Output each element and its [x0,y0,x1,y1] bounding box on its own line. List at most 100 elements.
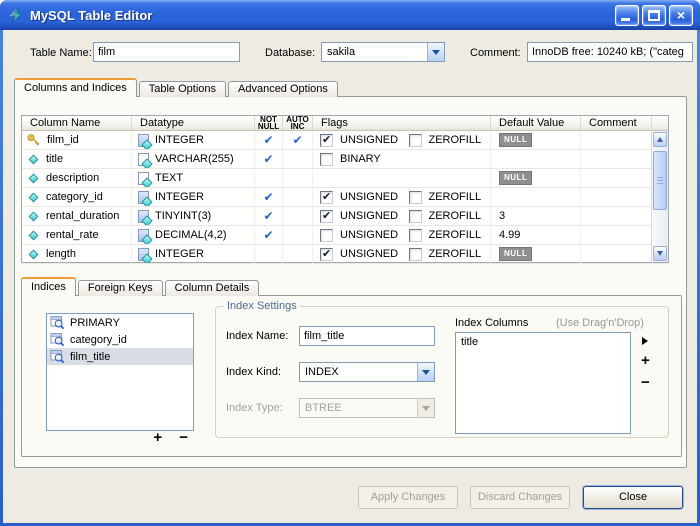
auto-inc-check[interactable] [291,133,305,147]
index-columns-label: Index Columns [455,317,528,329]
unsigned-checkbox[interactable] [320,134,333,147]
drag-drop-hint: (Use Drag'n'Drop) [556,317,644,329]
maximize-button[interactable] [642,5,666,26]
index-name-input[interactable] [299,326,435,346]
close-button-footer[interactable]: Close [583,486,683,509]
minimize-icon [621,18,630,21]
auto-inc-check[interactable] [291,247,305,261]
table-row[interactable]: category_id INTEGER UNSIGNED ZEROFILL [22,188,668,207]
flag-label: ZEROFILL [429,248,482,260]
table-row[interactable]: rental_rate DECIMAL(4,2) UNSIGNED ZEROFI… [22,226,668,245]
not-null-check[interactable] [262,190,276,204]
scroll-down-button[interactable] [653,246,667,261]
default-value: 3 [499,210,505,222]
flag-label: ZEROFILL [429,210,482,222]
binary-checkbox[interactable] [320,153,333,166]
index-kind-select[interactable]: INDEX [299,362,435,382]
not-null-check[interactable] [262,209,276,223]
header-column-name[interactable]: Column Name [22,116,132,130]
datatype-text: VARCHAR(255) [155,153,234,165]
auto-inc-check[interactable] [291,228,305,242]
chevron-down-icon[interactable] [427,43,444,61]
column-icon [29,249,39,259]
header-datatype[interactable]: Datatype [132,116,255,130]
index-list[interactable]: PRIMARY category_id film_title [46,313,194,431]
zerofill-checkbox[interactable] [409,229,422,242]
unsigned-checkbox[interactable] [320,191,333,204]
index-list-item[interactable]: PRIMARY [47,314,193,331]
unsigned-checkbox[interactable] [320,210,333,223]
auto-inc-check[interactable] [291,152,305,166]
maximize-icon [648,10,660,21]
chevron-down-icon [417,399,434,417]
table-row[interactable]: description TEXT NULL [22,169,668,188]
columns-grid: Column Name Datatype NOTNULL AUTOINC Fla… [21,115,669,263]
table-row[interactable]: film_id INTEGER UNSIGNED ZEROFILL NULL [22,131,668,150]
zerofill-checkbox[interactable] [409,191,422,204]
header-flags[interactable]: Flags [313,116,491,130]
datatype-icon [138,229,149,242]
unsigned-checkbox[interactable] [320,229,333,242]
index-column-item[interactable]: title [456,333,630,350]
scroll-up-button[interactable] [653,132,667,147]
index-type-label: Index Type: [226,402,283,414]
tab-column-details[interactable]: Column Details [165,280,260,296]
add-index-button[interactable]: + [153,429,162,446]
tab-foreign-keys[interactable]: Foreign Keys [78,280,163,296]
index-name: category_id [70,334,127,346]
add-column-button[interactable]: + [641,355,650,367]
apply-changes-button[interactable]: Apply Changes [358,486,458,509]
header-comment[interactable]: Comment [581,116,653,130]
auto-inc-check[interactable] [291,190,305,204]
scrollbar[interactable] [651,116,668,262]
not-null-check[interactable] [262,133,276,147]
datatype-text: TINYINT(3) [155,210,211,222]
close-button[interactable]: × [669,5,693,26]
not-null-check[interactable] [262,171,276,185]
column-icon [29,192,39,202]
index-list-item[interactable]: film_title [47,348,193,365]
flag-label: UNSIGNED [340,191,398,203]
not-null-check[interactable] [262,228,276,242]
zerofill-checkbox[interactable] [409,134,422,147]
database-select[interactable]: sakila [321,42,445,62]
table-row[interactable]: rental_duration TINYINT(3) UNSIGNED ZERO… [22,207,668,226]
tab-table-options[interactable]: Table Options [139,81,226,97]
discard-changes-button[interactable]: Discard Changes [470,486,570,509]
datatype-icon [138,191,149,204]
header-not-null[interactable]: NOTNULL [255,116,283,130]
unsigned-checkbox[interactable] [320,248,333,261]
datatype-icon [138,172,149,185]
minimize-button[interactable] [615,5,639,26]
index-columns-list[interactable]: title [455,332,631,434]
auto-inc-check[interactable] [291,209,305,223]
tab-advanced-options[interactable]: Advanced Options [228,81,338,97]
header-auto-inc[interactable]: AUTOINC [283,116,313,130]
auto-inc-check[interactable] [291,171,305,185]
scroll-thumb[interactable] [653,151,667,210]
remove-column-button[interactable]: − [641,377,650,389]
not-null-check[interactable] [262,247,276,261]
datatype-text: INTEGER [155,191,204,203]
tab-columns-and-indices[interactable]: Columns and Indices [14,78,137,97]
tab-indices[interactable]: Indices [21,277,76,296]
table-name-input[interactable] [93,42,240,62]
app-icon [8,7,24,23]
index-kind-label: Index Kind: [226,366,281,378]
chevron-down-icon[interactable] [417,363,434,381]
column-name: rental_duration [46,210,119,222]
not-null-check[interactable] [262,152,276,166]
index-list-item[interactable]: category_id [47,331,193,348]
header-default-value[interactable]: Default Value [491,116,581,130]
remove-index-button[interactable]: − [179,429,188,446]
move-column-icon[interactable] [642,337,648,345]
table-row[interactable]: title VARCHAR(255) BINARY [22,150,668,169]
comment-input[interactable] [527,42,693,62]
primary-key-icon [27,133,41,147]
table-row[interactable]: length INTEGER UNSIGNED ZEROFILL NULL [22,245,668,264]
index-type-select: BTREE [299,398,435,418]
zerofill-checkbox[interactable] [409,248,422,261]
index-settings-legend: Index Settings [224,300,300,312]
default-value: NULL [499,133,532,147]
zerofill-checkbox[interactable] [409,210,422,223]
